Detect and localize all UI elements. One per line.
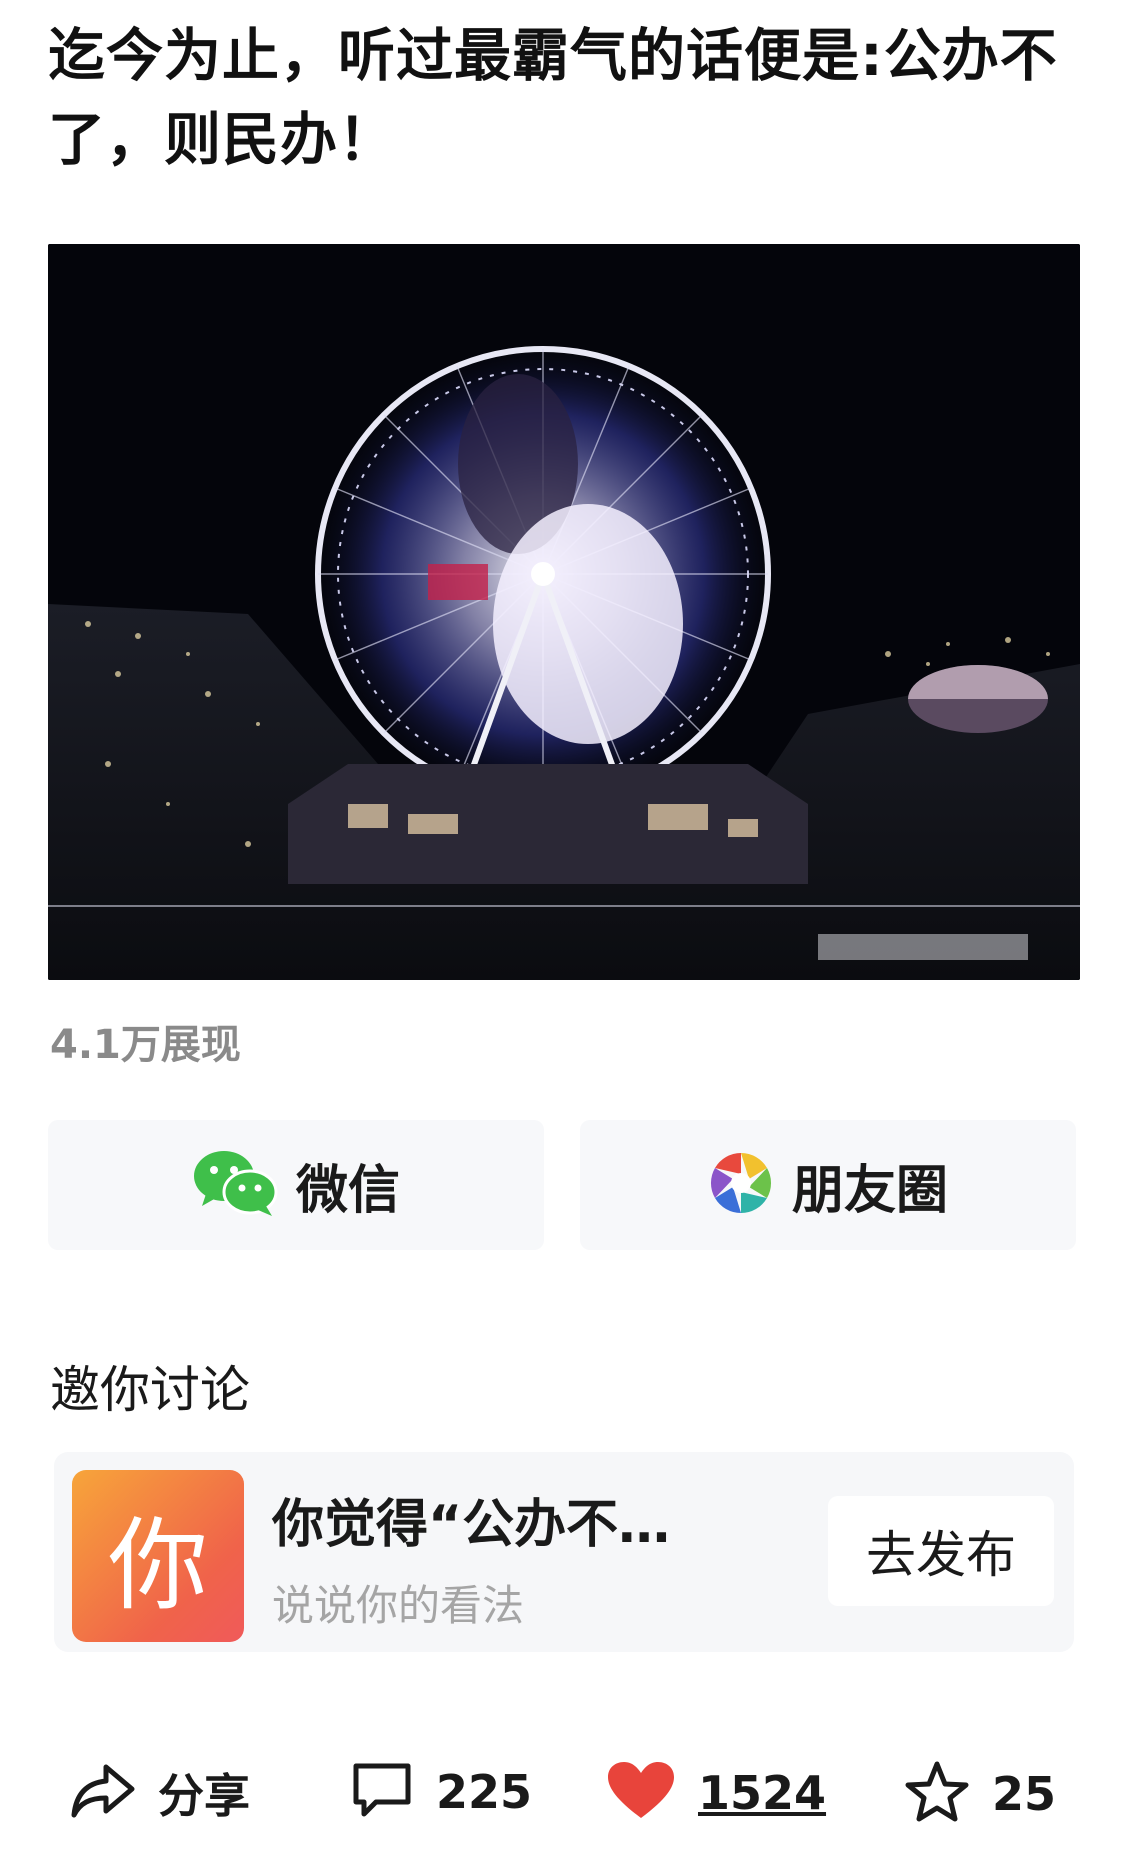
- video-thumbnail: [48, 244, 1080, 980]
- wechat-icon: [192, 1148, 278, 1222]
- action-bar: 分享 225 1524 25: [0, 1740, 1128, 1860]
- heart-icon: [606, 1760, 676, 1826]
- share-moments-button[interactable]: 朋友圈: [580, 1120, 1076, 1250]
- share-button[interactable]: 分享: [70, 1760, 250, 1826]
- discussion-heading: 邀你讨论: [50, 1361, 250, 1419]
- post-title: 迄今为止，听过最霸气的话便是:公办不了，则民办！: [48, 23, 1058, 173]
- video-player[interactable]: [48, 244, 1080, 980]
- share-wechat-label: 微信: [295, 1160, 400, 1221]
- favorite-button[interactable]: 25: [904, 1760, 1056, 1828]
- share-icon: [70, 1761, 136, 1825]
- like-button[interactable]: 1524: [606, 1760, 826, 1826]
- discussion-hint: 说说你的看法: [272, 1581, 525, 1630]
- publish-button[interactable]: 去发布: [828, 1496, 1054, 1606]
- share-wechat-button[interactable]: 微信: [48, 1120, 544, 1250]
- comment-icon: [350, 1760, 414, 1824]
- star-icon: [904, 1760, 970, 1828]
- comment-count: 225: [436, 1765, 533, 1819]
- share-moments-label: 朋友圈: [791, 1160, 948, 1221]
- view-count: 4.1万展现: [50, 1022, 241, 1068]
- share-label: 分享: [158, 1769, 250, 1823]
- discussion-card[interactable]: 你 你觉得“公办不… 说说你的看法 去发布: [54, 1452, 1074, 1652]
- like-count: 1524: [698, 1766, 827, 1820]
- comment-button[interactable]: 225: [350, 1760, 532, 1824]
- discussion-topic: 你觉得“公办不…: [272, 1495, 671, 1555]
- moments-icon: [708, 1150, 774, 1220]
- discussion-avatar: 你: [72, 1470, 244, 1642]
- favorite-count: 25: [992, 1767, 1057, 1821]
